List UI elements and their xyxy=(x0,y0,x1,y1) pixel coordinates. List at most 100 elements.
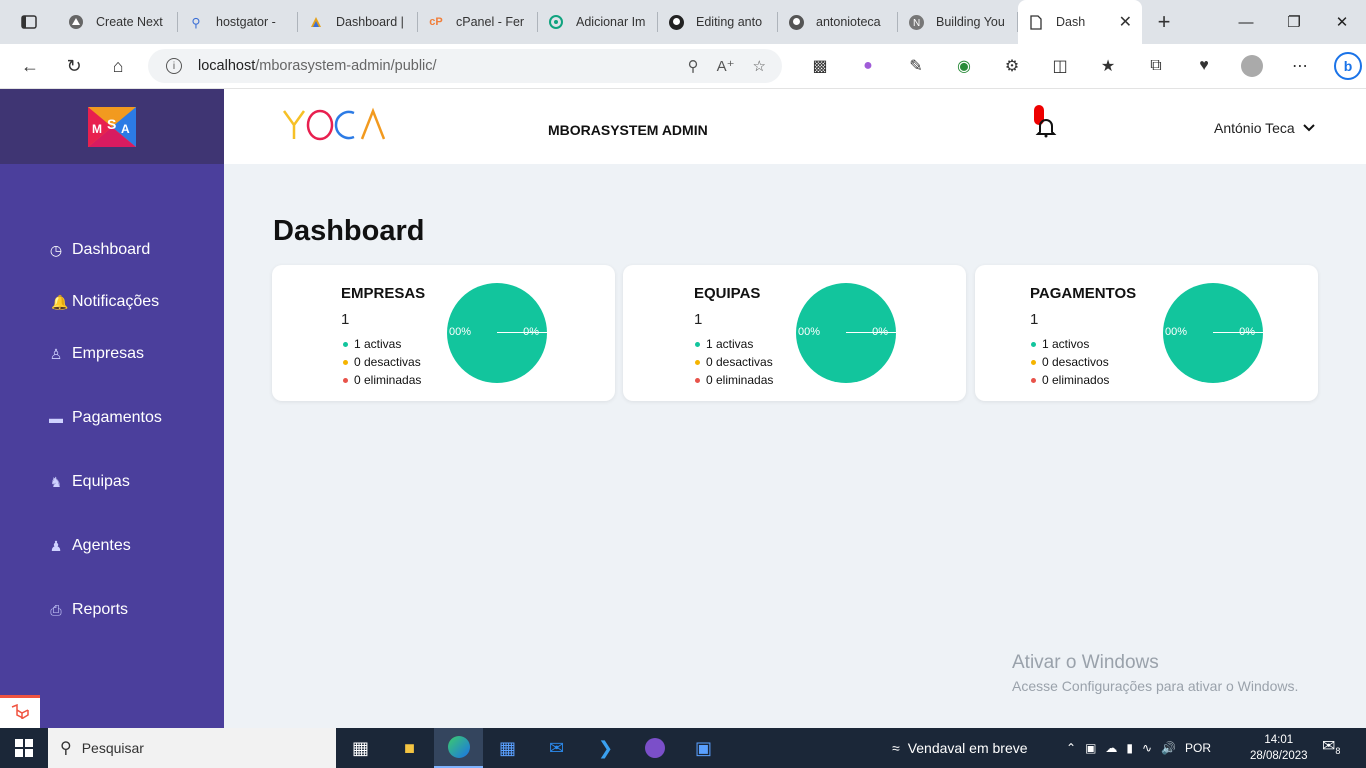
pie-label: 0% xyxy=(523,326,539,338)
vscode-icon[interactable]: ❯ xyxy=(581,728,630,768)
pie-chart[interactable]: 00% 0% xyxy=(1163,283,1263,383)
mail-icon[interactable]: ✉ xyxy=(532,728,581,768)
stat-active: 1 activos xyxy=(1031,335,1109,353)
sidebar-item-notificacoes[interactable]: 🔔 Notificações xyxy=(0,276,224,328)
card-icon: ▬ xyxy=(49,410,63,426)
browser-tab[interactable]: Editing anto xyxy=(658,0,778,44)
svg-text:N: N xyxy=(913,18,920,29)
stat-card-pagamentos: PAGAMENTOS 1 1 activos 0 desactivos 0 el… xyxy=(975,265,1318,401)
windows-start-icon[interactable] xyxy=(0,728,48,768)
watermark-title: Ativar o Windows xyxy=(1012,652,1159,673)
close-tab-icon[interactable]: ✕ xyxy=(1119,12,1132,32)
tab-actions-icon[interactable] xyxy=(0,0,58,44)
browser-tab-bar: Create Next ⚲ hostgator - Dashboard | cP c… xyxy=(0,0,1366,44)
msa-logo[interactable]: M S A xyxy=(88,106,136,147)
home-icon[interactable]: ⌂ xyxy=(96,46,140,86)
battery-icon[interactable]: ▮ xyxy=(1126,741,1133,755)
search-placeholder: Pesquisar xyxy=(81,740,144,756)
user-menu[interactable]: António Teca xyxy=(1214,120,1315,136)
sidebar-item-label: Notificações xyxy=(72,293,160,310)
store-icon[interactable]: ▦ xyxy=(483,728,532,768)
sidebar-item-reports[interactable]: ⎙ Reports xyxy=(0,584,224,636)
sidebar-item-dashboard[interactable]: ◷ Dashboard xyxy=(0,224,224,276)
stat-inactive: 0 desactivas xyxy=(695,353,773,371)
cloud-icon[interactable]: ☁ xyxy=(1105,741,1117,755)
wifi-icon[interactable]: ∿ xyxy=(1142,741,1152,755)
url-host: localhost xyxy=(198,58,256,74)
volume-icon[interactable]: 🔊 xyxy=(1161,741,1176,755)
browser-tab[interactable]: cP cPanel - Fer xyxy=(418,0,538,44)
collections-icon[interactable]: ⧉ xyxy=(1132,50,1180,82)
pie-chart[interactable]: 00% 0% xyxy=(447,283,547,383)
search-icon: ⚲ xyxy=(191,15,201,30)
browser-tab[interactable]: Create Next xyxy=(58,0,178,44)
github-desktop-icon[interactable] xyxy=(630,728,679,768)
tab-title: antonioteca xyxy=(816,15,881,29)
restore-icon[interactable]: ❐ xyxy=(1270,0,1318,44)
photos-icon[interactable]: ▣ xyxy=(679,728,728,768)
back-icon[interactable]: ← xyxy=(8,46,52,86)
sidebar-item-agentes[interactable]: ♟ Agentes xyxy=(0,520,224,572)
favorite-star-icon[interactable]: ☆ xyxy=(753,57,766,75)
pie-label: 00% xyxy=(449,326,472,338)
n-icon: N xyxy=(908,14,924,30)
profile-avatar[interactable] xyxy=(1228,50,1276,82)
address-bar[interactable]: i localhost/mborasystem-admin/public/ ⚲ … xyxy=(148,49,782,83)
more-menu-icon[interactable]: ⋯ xyxy=(1276,50,1324,82)
info-icon[interactable]: i xyxy=(166,58,182,74)
meet-icon[interactable]: ▣ xyxy=(1085,741,1096,755)
pie-label: 00% xyxy=(1165,326,1188,338)
stat-card-empresas: EMPRESAS 1 1 activas 0 desactivas 0 elim… xyxy=(272,265,615,401)
browser-tab[interactable]: Adicionar Im xyxy=(538,0,658,44)
bing-icon[interactable]: b xyxy=(1324,50,1366,82)
language-indicator[interactable]: POR xyxy=(1185,741,1211,755)
browser-tab[interactable]: ⚲ hostgator - xyxy=(178,0,298,44)
close-window-icon[interactable]: ✕ xyxy=(1318,0,1366,44)
sidebar-item-equipas[interactable]: ♞ Equipas xyxy=(0,456,224,508)
users-icon: ♙ xyxy=(49,345,63,362)
laravel-debugbar-icon[interactable] xyxy=(0,695,40,728)
notification-center-icon[interactable]: ✉8 xyxy=(1322,736,1340,756)
tab-title: Create Next xyxy=(96,15,163,29)
chevron-up-icon[interactable]: ⌃ xyxy=(1066,741,1076,755)
sidebar-item-pagamentos[interactable]: ▬ Pagamentos xyxy=(0,392,224,444)
extension-icon[interactable]: ● xyxy=(844,50,892,82)
taskbar: ⚲ Pesquisar ▦ ■ ▦ ✉ ❯ ▣ ≈ Vendaval em br… xyxy=(0,728,1366,768)
yoca-logo[interactable] xyxy=(282,107,386,152)
weather-widget[interactable]: ≈ Vendaval em breve xyxy=(892,728,1028,768)
card-title: EMPRESAS xyxy=(341,285,426,302)
sidebar-item-label: Agentes xyxy=(72,537,131,554)
reload-icon[interactable]: ↻ xyxy=(52,46,96,86)
read-aloud-icon[interactable]: A⁺ xyxy=(717,57,735,75)
clock[interactable]: 14:01 28/08/2023 xyxy=(1250,732,1308,764)
browser-tab[interactable]: antonioteca xyxy=(778,0,898,44)
notification-bell-icon[interactable] xyxy=(1034,115,1058,139)
eyedropper-icon[interactable]: ✎ xyxy=(892,50,940,82)
stat-inactive: 0 desactivos xyxy=(1031,353,1109,371)
key-icon[interactable]: ⚲ xyxy=(688,57,699,75)
cpanel-icon: cP xyxy=(429,16,443,28)
extensions-icon[interactable]: ⚙ xyxy=(988,50,1036,82)
favorites-icon[interactable]: ★ xyxy=(1084,50,1132,82)
url-path: /mborasystem-admin/public/ xyxy=(255,58,437,74)
browser-tab[interactable]: N Building You xyxy=(898,0,1018,44)
svg-text:M: M xyxy=(92,122,102,136)
search-icon: ⚲ xyxy=(60,740,72,757)
new-tab-button[interactable]: + xyxy=(1142,0,1186,44)
taskbar-search-input[interactable]: ⚲ Pesquisar xyxy=(48,728,336,768)
performance-icon[interactable]: ♥ xyxy=(1180,50,1228,82)
split-screen-icon[interactable]: ◫ xyxy=(1036,50,1084,82)
globe-icon[interactable]: ◉ xyxy=(940,50,988,82)
edge-icon[interactable] xyxy=(434,728,483,768)
minimize-icon[interactable]: — xyxy=(1222,0,1270,44)
openai-icon xyxy=(548,14,564,30)
pie-chart[interactable]: 00% 0% xyxy=(796,283,896,383)
browser-tab-active[interactable]: Dash ✕ xyxy=(1018,0,1142,44)
sidebar-item-label: Empresas xyxy=(72,345,145,362)
extension-icon[interactable]: ▩ xyxy=(796,50,844,82)
file-explorer-icon[interactable]: ■ xyxy=(385,728,434,768)
sidebar-item-empresas[interactable]: ♙ Empresas xyxy=(0,328,224,380)
sidebar: M S A ◷ Dashboard 🔔 Notificações ♙ Empresas… xyxy=(0,89,224,728)
task-view-icon[interactable]: ▦ xyxy=(336,728,385,768)
browser-tab[interactable]: Dashboard | xyxy=(298,0,418,44)
